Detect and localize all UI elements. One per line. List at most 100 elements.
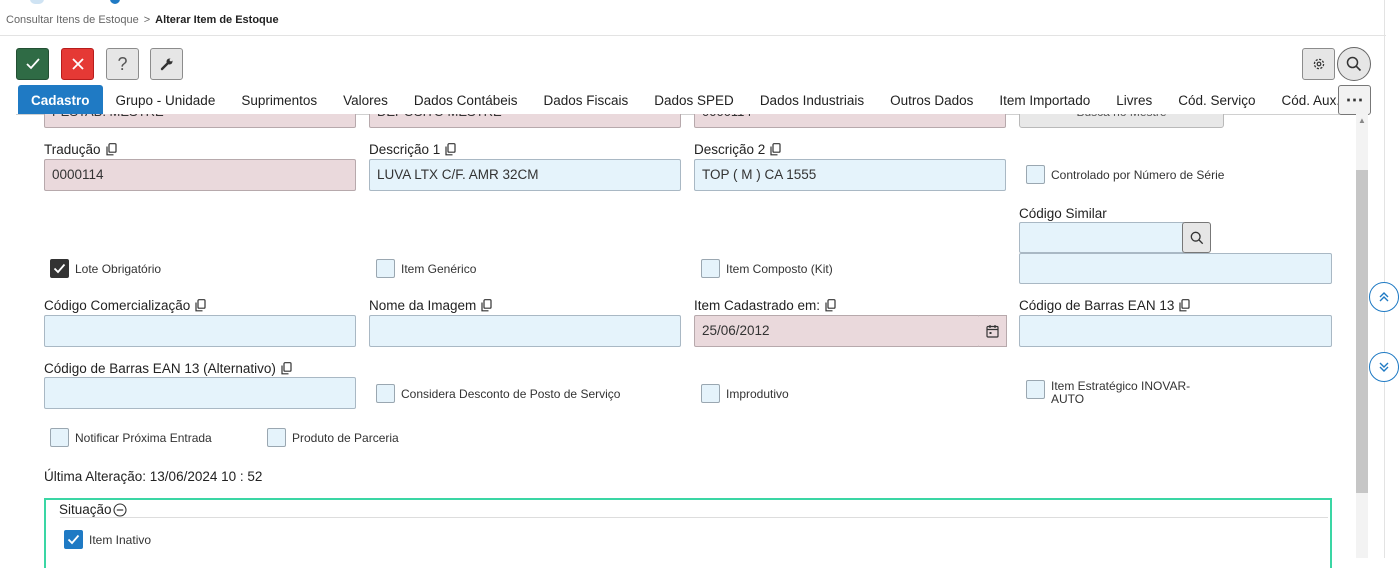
tab-cod-aux-sinonimos[interactable]: Cód. Aux.- Sinônimos — [1269, 85, 1340, 115]
cancel-button[interactable] — [61, 48, 94, 80]
close-icon — [71, 58, 84, 70]
calendar-icon — [986, 325, 999, 338]
tab-item-importado[interactable]: Item Importado — [986, 85, 1103, 115]
cut-button-wrapper: Busca no Mestre — [1019, 114, 1224, 128]
scroll-up-arrow[interactable]: ▲ — [1356, 114, 1368, 128]
ean13-label: Código de Barras EAN 13 — [1019, 298, 1190, 313]
desconto-posto-label: Considera Desconto de Posto de Serviço — [401, 387, 621, 401]
copy-icon[interactable] — [1179, 299, 1190, 312]
tab-dados-sped[interactable]: Dados SPED — [641, 85, 747, 115]
settings-button[interactable] — [1302, 48, 1335, 80]
copy-icon[interactable] — [445, 143, 456, 156]
scrollbar-thumb[interactable] — [1356, 170, 1368, 493]
search-icon — [1190, 231, 1203, 244]
copy-icon[interactable] — [770, 143, 781, 156]
situacao-divider — [60, 517, 1328, 518]
busca-mestre-button[interactable]: Busca no Mestre — [1019, 114, 1224, 128]
codigo-comercializacao-input[interactable] — [44, 315, 356, 347]
copy-icon[interactable] — [281, 362, 292, 375]
cut-field-1-wrapper: PESTAB. MESTRE — [44, 114, 356, 128]
calendar-button[interactable] — [979, 315, 1007, 347]
item-estrategico-label-line2: AUTO — [1051, 392, 1085, 406]
produto-parceria-label: Produto de Parceria — [292, 431, 399, 445]
more-icon: ⋯ — [1345, 89, 1364, 110]
tools-button[interactable] — [150, 48, 183, 80]
item-inativo-checkbox[interactable] — [64, 530, 83, 549]
codigo-similar-label: Código Similar — [1019, 206, 1107, 221]
situacao-legend: Situação — [59, 502, 129, 517]
ean13-alt-label: Código de Barras EAN 13 (Alternativo) — [44, 361, 292, 376]
page-right-border — [1384, 0, 1385, 558]
descricao2-input[interactable]: TOP ( M ) CA 1555 — [694, 159, 1006, 191]
double-chevron-down-icon — [1379, 362, 1389, 372]
scroll-to-top-button[interactable] — [1369, 282, 1399, 312]
gear-icon — [1313, 58, 1324, 70]
cut-field-2-wrapper: DEPOSITO MESTRE — [369, 114, 681, 128]
nome-imagem-label: Nome da Imagem — [369, 298, 492, 313]
produto-parceria-checkbox[interactable] — [267, 428, 286, 447]
descricao2-label-text: Descrição 2 — [694, 142, 766, 157]
desconto-posto-checkbox[interactable] — [376, 384, 395, 403]
ean13-alt-label-text: Código de Barras EAN 13 (Alternativo) — [44, 361, 276, 376]
copy-icon[interactable] — [825, 299, 836, 312]
lote-obrigatorio-checkbox[interactable] — [50, 259, 69, 278]
codigo-comercializacao-label: Código Comercialização — [44, 298, 206, 313]
item-generico-checkbox[interactable] — [376, 259, 395, 278]
tab-dados-contabeis[interactable]: Dados Contábeis — [401, 85, 531, 115]
tab-cadastro[interactable]: Cadastro — [18, 85, 103, 115]
item-estrategico-checkbox[interactable] — [1026, 380, 1045, 399]
codigo-similar-search-button[interactable] — [1182, 222, 1211, 253]
tab-valores[interactable]: Valores — [330, 85, 401, 115]
item-composto-checkbox[interactable] — [701, 259, 720, 278]
notificar-entrada-checkbox[interactable] — [50, 428, 69, 447]
descricao2-label: Descrição 2 — [694, 142, 781, 157]
nome-imagem-input[interactable] — [369, 315, 681, 347]
help-button[interactable]: ? — [106, 48, 139, 80]
traducao-input[interactable]: 0000114 — [44, 159, 356, 191]
ean13-input[interactable] — [1019, 315, 1332, 347]
tab-outros-dados[interactable]: Outros Dados — [877, 85, 986, 115]
improdutivo-checkbox[interactable] — [701, 384, 720, 403]
codigo-comercializacao-label-text: Código Comercialização — [44, 298, 191, 313]
copy-icon[interactable] — [481, 299, 492, 312]
situacao-legend-text: Situação — [59, 502, 112, 517]
tab-suprimentos[interactable]: Suprimentos — [228, 85, 330, 115]
item-inativo-label: Item Inativo — [89, 533, 152, 547]
top-strip — [0, 0, 1399, 6]
breadcrumb-current: Alterar Item de Estoque — [155, 14, 279, 26]
breadcrumb: Consultar Itens de Estoque > Alterar Item … — [6, 14, 279, 26]
more-tabs-button[interactable]: ⋯ — [1338, 85, 1371, 115]
header-icon-fragment — [110, 0, 120, 4]
header-logo-fragment — [30, 0, 44, 4]
controlado-serie-checkbox[interactable] — [1026, 165, 1045, 184]
tab-cod-servico[interactable]: Cód. Serviço — [1165, 85, 1268, 115]
cut-field-3-wrapper: 0000114 — [694, 114, 1006, 128]
descricao1-label: Descrição 1 — [369, 142, 456, 157]
codigo-similar-description — [1019, 253, 1332, 284]
scroll-to-bottom-button[interactable] — [1369, 352, 1399, 382]
deposito-mestre-field[interactable]: DEPOSITO MESTRE — [369, 114, 681, 128]
copy-icon[interactable] — [195, 299, 206, 312]
search-button[interactable] — [1337, 47, 1371, 81]
codigo-similar-input[interactable] — [1019, 222, 1185, 253]
breadcrumb-parent[interactable]: Consultar Itens de Estoque — [6, 14, 139, 26]
descricao1-input[interactable]: LUVA LTX C/F. AMR 32CM — [369, 159, 681, 191]
double-chevron-up-icon — [1379, 292, 1389, 302]
codigo-mestre-field[interactable]: 0000114 — [694, 114, 1006, 128]
estab-mestre-field[interactable]: PESTAB. MESTRE — [44, 114, 356, 128]
header-divider — [0, 35, 1386, 36]
check-icon — [53, 263, 66, 274]
tab-dados-fiscais[interactable]: Dados Fiscais — [530, 85, 641, 115]
confirm-button[interactable] — [16, 48, 49, 80]
item-composto-label: Item Composto (Kit) — [726, 262, 833, 276]
tab-grupo-unidade[interactable]: Grupo - Unidade — [103, 85, 229, 115]
notificar-entrada-label: Notificar Próxima Entrada — [75, 431, 212, 445]
collapse-icon[interactable] — [112, 502, 127, 517]
item-cadastrado-input[interactable]: 25/06/2012 — [694, 315, 980, 347]
tab-livres[interactable]: Livres — [1103, 85, 1165, 115]
tab-dados-industriais[interactable]: Dados Industriais — [747, 85, 877, 115]
improdutivo-label: Improdutivo — [726, 387, 789, 401]
controlado-serie-label: Controlado por Número de Série — [1051, 168, 1225, 182]
copy-icon[interactable] — [105, 143, 117, 156]
ean13-alt-input[interactable] — [44, 377, 356, 409]
